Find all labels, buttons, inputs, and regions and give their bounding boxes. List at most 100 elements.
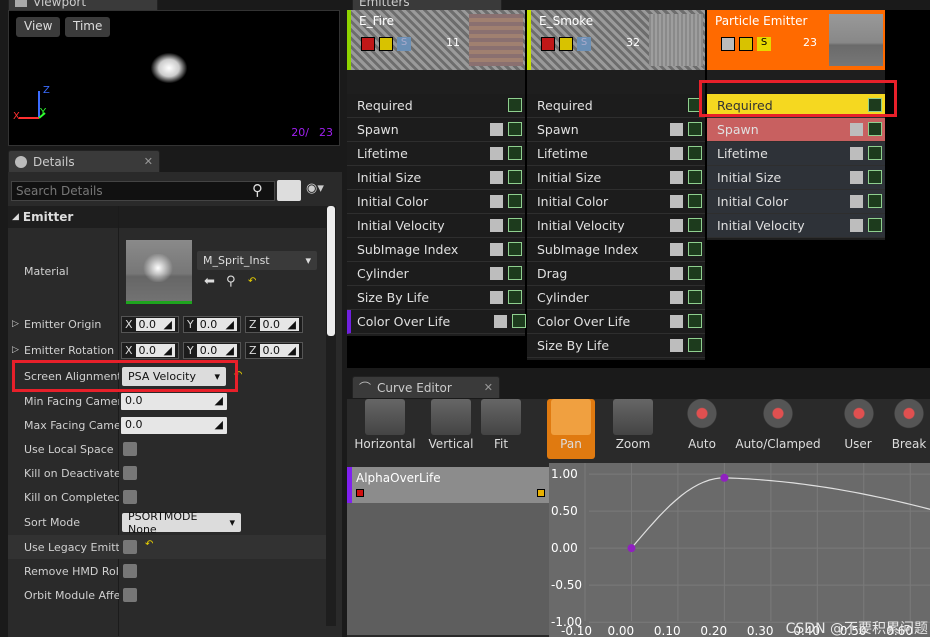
module-enable-checkbox[interactable] [490, 243, 503, 256]
sort-mode-combo[interactable]: PSORTMODE None ▾ [122, 510, 241, 536]
search-icon[interactable]: ⚲ [252, 181, 263, 199]
module-row[interactable]: Initial Color [527, 190, 705, 214]
module-enable-checkbox[interactable] [670, 339, 683, 352]
module-enable-checkbox[interactable] [850, 195, 863, 208]
tool-fit[interactable]: Fit [479, 399, 523, 459]
module-row[interactable]: Initial Velocity [707, 214, 885, 238]
tool-auto[interactable]: Auto [677, 399, 727, 459]
module-row[interactable]: Size By Life [347, 286, 525, 310]
render-mode-icon[interactable] [559, 37, 573, 51]
module-enable-checkbox[interactable] [490, 219, 503, 232]
curve-toggle-icon[interactable] [688, 194, 702, 208]
module-enable-checkbox[interactable] [490, 267, 503, 280]
module-enable-checkbox[interactable] [490, 147, 503, 160]
search-input[interactable]: Search Details [11, 181, 275, 201]
module-row[interactable]: Cylinder [527, 286, 705, 310]
curve-toggle-icon[interactable] [508, 218, 522, 232]
reset-arrow-icon[interactable]: ↶ [145, 539, 153, 550]
section-emitter[interactable]: ◢ Emitter [8, 206, 326, 228]
module-enable-checkbox[interactable] [670, 243, 683, 256]
curve-toggle-icon[interactable] [688, 242, 702, 256]
module-enable-checkbox[interactable] [670, 195, 683, 208]
curve-toggle-icon[interactable] [508, 266, 522, 280]
render-mode-icon[interactable] [379, 37, 393, 51]
render-mode-icon[interactable] [739, 37, 753, 51]
material-combo[interactable]: M_Sprit_Inst ▾ [197, 251, 317, 270]
curve-toggle-icon[interactable] [508, 122, 522, 136]
origin-y-field[interactable]: Y 0.0 ◢ [183, 316, 241, 333]
tab-details[interactable]: Details ✕ [8, 150, 160, 172]
module-enable-checkbox[interactable] [670, 219, 683, 232]
module-row[interactable]: Lifetime [527, 142, 705, 166]
tool-vertical[interactable]: Vertical [425, 399, 477, 459]
tab-curve-editor[interactable]: ⌒ Curve Editor ✕ [352, 376, 500, 398]
scrollbar[interactable] [326, 206, 336, 626]
kill-on-deactivate-checkbox[interactable] [123, 466, 137, 480]
origin-x-field[interactable]: X 0.0 ◢ [121, 316, 179, 333]
tool-user[interactable]: User [839, 399, 879, 459]
use-local-space-checkbox[interactable] [123, 442, 137, 456]
curve-toggle-icon[interactable] [508, 290, 522, 304]
module-row[interactable]: Spawn [347, 118, 525, 142]
module-enable-checkbox[interactable] [850, 219, 863, 232]
use-selected-arrow-icon[interactable]: ⬅ [204, 274, 215, 289]
curve-toggle-icon[interactable] [508, 98, 522, 112]
module-row[interactable]: Required [347, 94, 525, 118]
kill-on-completed-checkbox[interactable] [123, 490, 137, 504]
scrollbar-thumb[interactable] [327, 206, 335, 336]
tool-break[interactable]: Break [889, 399, 929, 459]
module-enable-checkbox[interactable] [850, 147, 863, 160]
module-enable-checkbox[interactable] [670, 315, 683, 328]
curve-toggle-icon[interactable] [688, 338, 702, 352]
module-row[interactable]: Cylinder [347, 262, 525, 286]
track-item[interactable]: AlphaOverLife [347, 467, 549, 503]
view-button[interactable]: View [16, 17, 61, 37]
module-row[interactable]: Required [527, 94, 705, 118]
curve-toggle-icon[interactable] [688, 314, 702, 328]
emitter-header[interactable]: Particle Emitter S 23 [707, 10, 885, 70]
module-row[interactable]: Spawn [707, 118, 885, 142]
tool-zoom[interactable]: Zoom [609, 399, 657, 459]
module-enable-checkbox[interactable] [490, 291, 503, 304]
module-row[interactable]: Spawn [527, 118, 705, 142]
module-row[interactable]: Initial Size [347, 166, 525, 190]
module-row[interactable]: Color Over Life [527, 310, 705, 334]
module-enable-checkbox[interactable] [670, 123, 683, 136]
track-visibility-toggle[interactable] [537, 489, 545, 497]
curve-toggle-icon[interactable] [688, 170, 702, 184]
curve-toggle-icon[interactable] [868, 194, 882, 208]
curve-toggle-icon[interactable] [688, 290, 702, 304]
orbit-module-checkbox[interactable] [123, 588, 137, 602]
min-facing-field[interactable]: 0.0 ◢ [121, 393, 227, 410]
module-row[interactable]: Lifetime [707, 142, 885, 166]
disable-icon[interactable] [361, 37, 375, 51]
module-row[interactable]: Initial Color [347, 190, 525, 214]
module-row[interactable]: Initial Color [707, 190, 885, 214]
curve-toggle-icon[interactable] [868, 170, 882, 184]
solo-icon[interactable]: S [397, 37, 411, 51]
module-enable-checkbox[interactable] [490, 171, 503, 184]
rotation-y-field[interactable]: Y 0.0 ◢ [183, 342, 241, 359]
origin-z-field[interactable]: Z 0.0 ◢ [245, 316, 303, 333]
module-enable-checkbox[interactable] [494, 315, 507, 328]
close-icon[interactable]: ✕ [484, 381, 493, 394]
module-enable-checkbox[interactable] [670, 267, 683, 280]
module-enable-checkbox[interactable] [850, 171, 863, 184]
module-enable-checkbox[interactable] [490, 123, 503, 136]
module-enable-checkbox[interactable] [670, 171, 683, 184]
module-row[interactable]: Initial Size [527, 166, 705, 190]
reset-arrow-icon[interactable]: ↶ [248, 276, 256, 287]
tool-pan[interactable]: Pan [547, 399, 595, 459]
curve-toggle-icon[interactable] [688, 218, 702, 232]
solo-icon[interactable]: S [577, 37, 591, 51]
curve-toggle-icon[interactable] [508, 194, 522, 208]
rotation-x-field[interactable]: X 0.0 ◢ [121, 342, 179, 359]
module-row[interactable]: SubImage Index [347, 238, 525, 262]
emitter-header[interactable]: E_Smoke S 32 [527, 10, 705, 70]
curve-toggle-icon[interactable] [868, 122, 882, 136]
emitter-header[interactable]: E_Fire S 11 [347, 10, 525, 70]
remove-hmd-checkbox[interactable] [123, 564, 137, 578]
rotation-z-field[interactable]: Z 0.0 ◢ [245, 342, 303, 359]
solo-icon[interactable]: S [757, 37, 771, 51]
curve-toggle-icon[interactable] [508, 242, 522, 256]
